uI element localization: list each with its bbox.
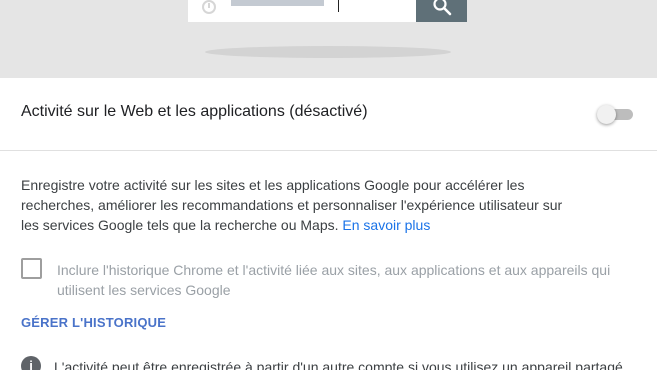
- shared-device-text: L'activité peut être enregistrée à parti…: [54, 359, 623, 370]
- info-icon: i: [21, 356, 41, 370]
- chrome-history-label: Inclure l'historique Chrome et l'activit…: [57, 262, 611, 298]
- learn-more-link[interactable]: En savoir plus: [342, 217, 430, 233]
- text-caret: [338, 0, 339, 12]
- search-text-highlight: [231, 0, 324, 6]
- activity-setting-row: Activité sur le Web et les applications …: [0, 78, 657, 151]
- clock-icon: [202, 0, 216, 14]
- illustration-search-box: [188, 0, 416, 22]
- chrome-history-checkbox[interactable]: [21, 258, 42, 279]
- illustration-search-button: [416, 0, 467, 22]
- illustration-shadow: [205, 46, 451, 58]
- activity-toggle[interactable]: [597, 105, 635, 124]
- toggle-thumb: [597, 105, 616, 124]
- chrome-history-option: Inclure l'historique Chrome et l'activit…: [21, 258, 641, 302]
- hero-illustration: [0, 0, 657, 78]
- description-text: Enregistre votre activité sur les sites …: [21, 177, 563, 233]
- shared-device-notice: i L'activité peut être enregistrée à par…: [21, 356, 657, 370]
- activity-description: Enregistre votre activité sur les sites …: [21, 175, 581, 235]
- manage-history-button[interactable]: GÉRER L'HISTORIQUE: [21, 315, 166, 330]
- activity-setting-title: Activité sur le Web et les applications …: [21, 103, 368, 120]
- search-icon: [433, 0, 452, 16]
